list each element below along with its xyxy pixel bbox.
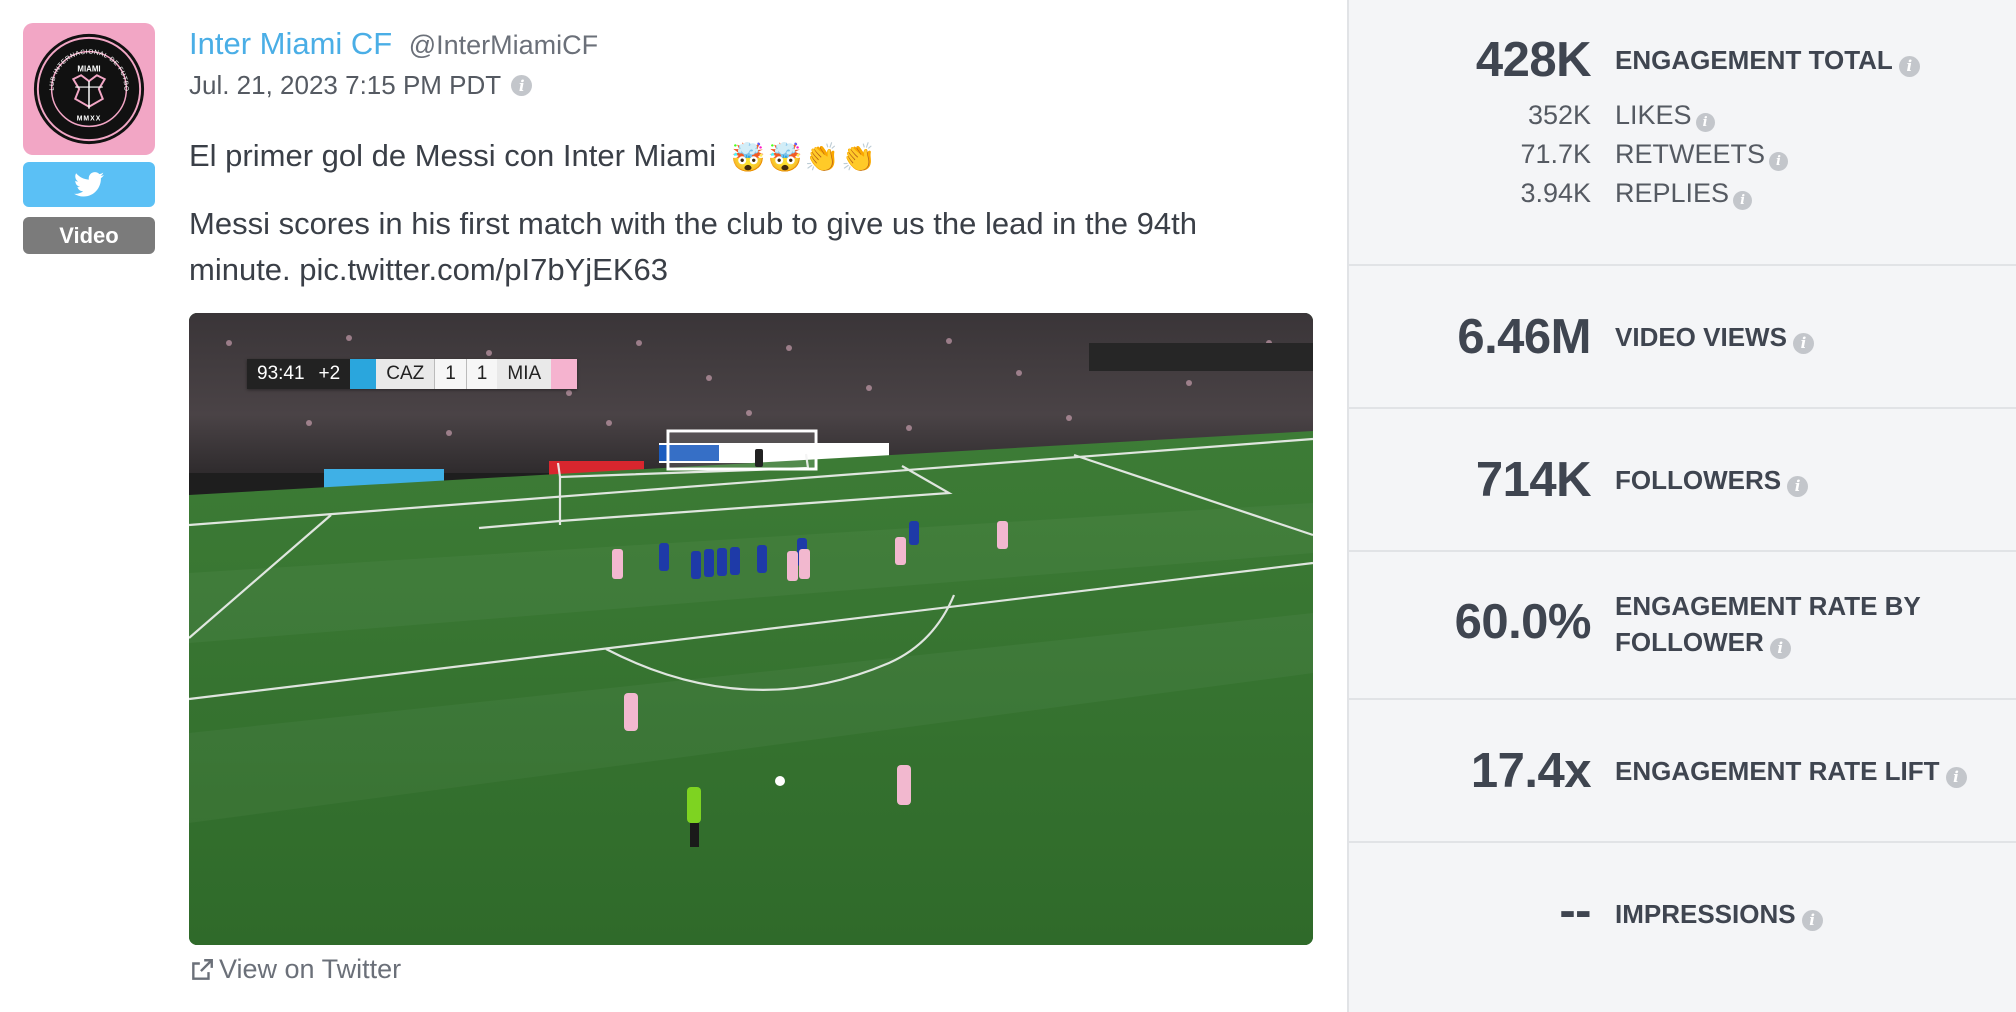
likes-label: LIKES i xyxy=(1615,100,1715,132)
clapping-hands-emoji-icon: 👏 xyxy=(841,141,877,173)
away-score: 1 xyxy=(465,359,498,389)
impressions-value: -- xyxy=(1559,884,1591,938)
account-handle[interactable]: @InterMiamiCF xyxy=(409,30,598,60)
inter-miami-crest-logo: CLUB INTERNACIONAL DE FUTBOL MIAMI MMXX xyxy=(30,30,145,145)
metrics-panel: 428K ENGAGEMENT TOTAL i 352K LIKES i 71.7K… xyxy=(1347,0,2016,1012)
tweet-line-english[interactable]: Messi scores in his first match with the… xyxy=(189,201,1299,293)
tweet-line-spanish: El primer gol de Messi con Inter Miami 🤯… xyxy=(189,133,1299,179)
likes-label-text: LIKES xyxy=(1615,100,1692,130)
soccer-field-image xyxy=(189,313,1313,945)
retweets-value: 71.7K xyxy=(1520,139,1591,169)
replies-value: 3.94K xyxy=(1520,178,1591,208)
video-thumbnail[interactable]: 93:41 +2 CAZ 1 1 MIA xyxy=(189,313,1313,945)
engagement-total-label: ENGAGEMENT TOTAL i xyxy=(1615,42,1995,78)
info-icon[interactable]: i xyxy=(1769,152,1789,171)
engagement-rate-lift-label: ENGAGEMENT RATE LIFT i xyxy=(1615,753,2015,789)
followers-label: FOLLOWERS i xyxy=(1615,462,1995,498)
match-clock: 93:41 xyxy=(247,359,315,389)
likes-value: 352K xyxy=(1527,100,1591,130)
engagement-rate-lift-label-text: ENGAGEMENT RATE LIFT xyxy=(1615,756,1940,786)
svg-text:MIAMI: MIAMI xyxy=(77,64,100,73)
external-link-icon xyxy=(192,958,213,980)
engagement-total-value: 428K xyxy=(1475,33,1592,87)
video-type-badge: Video xyxy=(23,217,155,254)
video-views-value: 6.46M xyxy=(1457,310,1591,364)
tweet-text-1: El primer gol de Messi con Inter Miami xyxy=(189,138,717,173)
scorebug: 93:41 +2 CAZ 1 1 MIA xyxy=(247,359,578,389)
home-team-color xyxy=(350,359,377,389)
emoji-group: 🤯 🤯 👏 👏 xyxy=(730,141,877,173)
replies-label: REPLIES i xyxy=(1615,178,1753,210)
engagement-rate-label-line2: FOLLOWER xyxy=(1615,627,1764,657)
engagement-total-block: 428K ENGAGEMENT TOTAL i 352K LIKES i 71.7K… xyxy=(1349,0,2016,266)
added-time: +2 xyxy=(314,359,351,389)
video-views-label-text: VIDEO VIEWS xyxy=(1615,322,1787,352)
replies-label-text: REPLIES xyxy=(1615,178,1730,208)
away-team: MIA xyxy=(497,359,552,389)
exploding-head-emoji-icon: 🤯 xyxy=(730,141,766,173)
svg-text:MMXX: MMXX xyxy=(77,115,102,122)
engagement-rate-label-line1: ENGAGEMENT RATE BY xyxy=(1615,591,1921,621)
clapping-hands-emoji-icon: 👏 xyxy=(804,141,840,173)
retweets-label: RETWEETS i xyxy=(1615,139,1789,171)
info-icon[interactable]: i xyxy=(1769,637,1791,659)
impressions-label-text: IMPRESSIONS xyxy=(1615,899,1796,929)
followers-label-text: FOLLOWERS xyxy=(1615,465,1782,495)
account-name-link[interactable]: Inter Miami CF xyxy=(189,26,392,61)
home-score: 1 xyxy=(434,359,466,389)
engagement-rate-block: 60.0% ENGAGEMENT RATE BY FOLLOWER i xyxy=(1349,552,2016,700)
engagement-rate-lift-value: 17.4x xyxy=(1470,744,1592,798)
info-icon[interactable]: i xyxy=(1898,55,1920,77)
tweet-body: El primer gol de Messi con Inter Miami 🤯… xyxy=(189,133,1299,315)
video-views-block: 6.46M VIDEO VIEWS i xyxy=(1349,266,2016,409)
info-icon[interactable]: i xyxy=(511,75,533,96)
info-icon[interactable]: i xyxy=(1801,909,1823,931)
info-icon[interactable]: i xyxy=(1792,332,1814,354)
info-icon[interactable]: i xyxy=(1733,191,1753,210)
exploding-head-emoji-icon: 🤯 xyxy=(767,141,803,173)
retweets-label-text: RETWEETS xyxy=(1615,139,1766,169)
followers-value: 714K xyxy=(1475,453,1592,507)
twitter-bird-icon xyxy=(74,172,104,197)
engagement-rate-label: ENGAGEMENT RATE BY FOLLOWER i xyxy=(1615,588,1995,660)
impressions-block: -- IMPRESSIONS i xyxy=(1349,843,2016,1012)
post-timestamp: Jul. 21, 2023 7:15 PM PDT i xyxy=(189,70,533,101)
engagement-rate-value: 60.0% xyxy=(1454,595,1592,649)
impressions-label: IMPRESSIONS i xyxy=(1615,896,1995,932)
likes-row: 352K LIKES i xyxy=(1349,100,2016,136)
timestamp-text: Jul. 21, 2023 7:15 PM PDT xyxy=(189,70,502,100)
info-icon[interactable]: i xyxy=(1787,475,1809,497)
view-link-text: View on Twitter xyxy=(219,954,402,984)
info-icon[interactable]: i xyxy=(1695,113,1715,132)
engagement-rate-lift-block: 17.4x ENGAGEMENT RATE LIFT i xyxy=(1349,700,2016,843)
view-on-twitter-link[interactable]: View on Twitter xyxy=(189,954,401,985)
followers-block: 714K FOLLOWERS i xyxy=(1349,409,2016,552)
replies-row: 3.94K REPLIES i xyxy=(1349,178,2016,214)
retweets-row: 71.7K RETWEETS i xyxy=(1349,139,2016,175)
post-header: Inter Miami CF @InterMiamiCF xyxy=(189,26,598,62)
twitter-platform-badge xyxy=(23,162,155,207)
video-views-label: VIDEO VIEWS i xyxy=(1615,319,1995,355)
engagement-total-label-text: ENGAGEMENT TOTAL xyxy=(1615,45,1893,75)
info-icon[interactable]: i xyxy=(1945,766,1967,788)
away-team-color xyxy=(551,359,578,389)
account-avatar[interactable]: CLUB INTERNACIONAL DE FUTBOL MIAMI MMXX xyxy=(23,23,155,155)
home-team: CAZ xyxy=(376,359,435,389)
